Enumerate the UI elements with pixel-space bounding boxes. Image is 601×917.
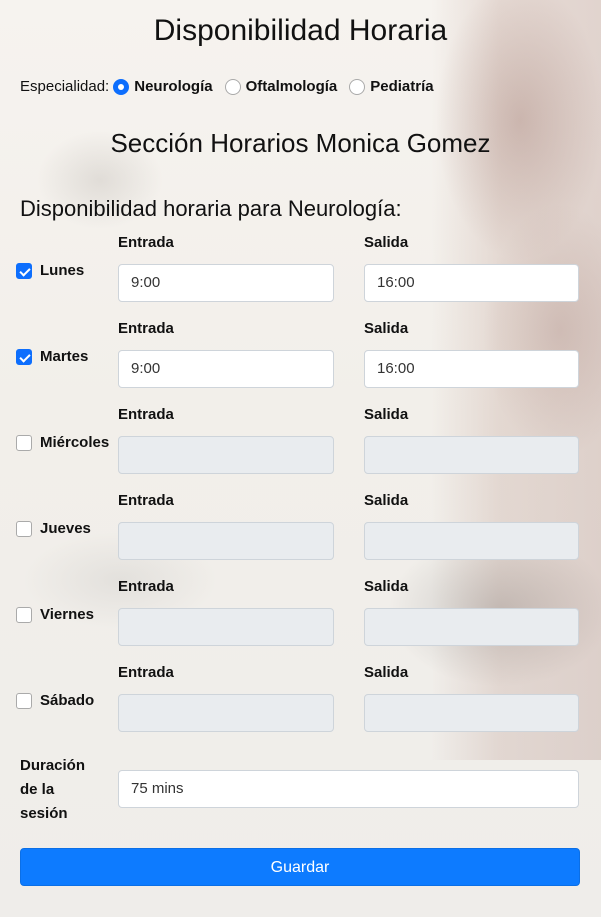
salida-input-miercoles[interactable] — [364, 436, 579, 474]
day-label: Viernes — [40, 606, 94, 623]
day-label: Miércoles — [40, 434, 110, 451]
day-row-viernes: Viernes Entrada Salida — [0, 578, 601, 664]
specialty-option-label: Oftalmología — [245, 78, 338, 95]
day-label: Martes — [40, 348, 89, 365]
entrada-input-lunes[interactable]: 9:00 — [118, 264, 334, 302]
salida-label: Salida — [364, 320, 409, 337]
day-row-lunes: Lunes Entrada Salida 9:00 16:00 — [0, 234, 601, 320]
salida-label: Salida — [364, 578, 409, 595]
entrada-label: Entrada — [118, 406, 174, 423]
entrada-label: Entrada — [118, 578, 174, 595]
duration-input[interactable]: 75 mins — [118, 770, 579, 808]
section-title: Sección Horarios Monica Gomez — [110, 128, 491, 158]
checkbox[interactable] — [16, 348, 32, 365]
salida-input-jueves[interactable] — [364, 522, 579, 560]
page-title: Disponibilidad Horaria — [153, 14, 448, 47]
day-checkbox-miercoles[interactable]: Miércoles — [16, 434, 109, 451]
day-checkbox-jueves[interactable]: Jueves — [16, 520, 91, 537]
availability-form: Disponibilidad Horaria Especialidad: Neu… — [0, 0, 601, 917]
day-checkbox-lunes[interactable]: Lunes — [16, 262, 84, 279]
checkbox[interactable] — [16, 606, 32, 623]
specialty-option-label: Neurología — [134, 78, 213, 95]
salida-input-martes[interactable]: 16:00 — [364, 350, 579, 388]
salida-label: Salida — [364, 234, 409, 251]
specialty-selector: Especialidad: Neurología Oftalmología Pe… — [20, 78, 446, 95]
salida-input-sabado[interactable] — [364, 694, 579, 732]
salida-label: Salida — [364, 406, 409, 423]
day-checkbox-sabado[interactable]: Sábado — [16, 692, 94, 709]
entrada-input-viernes[interactable] — [118, 608, 334, 646]
save-button[interactable]: Guardar — [20, 848, 580, 886]
entrada-label: Entrada — [118, 234, 174, 251]
specialty-option-neurologia[interactable]: Neurología — [113, 78, 213, 95]
checkbox[interactable] — [16, 520, 32, 537]
checkbox[interactable] — [16, 692, 32, 709]
entrada-label: Entrada — [118, 492, 174, 509]
day-row-miercoles: Miércoles Entrada Salida — [0, 406, 601, 492]
salida-input-lunes[interactable]: 16:00 — [364, 264, 579, 302]
entrada-input-sabado[interactable] — [118, 694, 334, 732]
entrada-label: Entrada — [118, 664, 174, 681]
salida-input-viernes[interactable] — [364, 608, 579, 646]
specialty-option-oftalmologia[interactable]: Oftalmología — [224, 78, 338, 95]
specialty-option-pediatria[interactable]: Pediatría — [349, 78, 434, 95]
day-row-sabado: Sábado Entrada Salida — [0, 664, 601, 750]
day-checkbox-viernes[interactable]: Viernes — [16, 606, 94, 623]
day-row-jueves: Jueves Entrada Salida — [0, 492, 601, 578]
day-label: Sábado — [40, 692, 95, 709]
salida-label: Salida — [364, 492, 409, 509]
checkbox[interactable] — [16, 434, 32, 451]
entrada-input-martes[interactable]: 9:00 — [118, 350, 334, 388]
specialty-label: Especialidad: — [20, 78, 110, 95]
entrada-input-jueves[interactable] — [118, 522, 334, 560]
radio-neurologia[interactable] — [113, 78, 130, 95]
specialty-option-label: Pediatría — [370, 78, 434, 95]
entrada-label: Entrada — [118, 320, 174, 337]
day-label: Lunes — [40, 262, 85, 279]
day-row-martes: Martes Entrada Salida 9:00 16:00 — [0, 320, 601, 406]
duration-label: Duración de la sesión — [20, 757, 86, 822]
availability-heading: Disponibilidad horaria para Neurología: — [20, 196, 402, 221]
day-checkbox-martes[interactable]: Martes — [16, 348, 88, 365]
radio-pediatria[interactable] — [349, 78, 366, 95]
day-label: Jueves — [40, 520, 91, 537]
checkbox[interactable] — [16, 262, 32, 279]
salida-label: Salida — [364, 664, 409, 681]
radio-oftalmologia[interactable] — [224, 78, 241, 95]
entrada-input-miercoles[interactable] — [118, 436, 334, 474]
